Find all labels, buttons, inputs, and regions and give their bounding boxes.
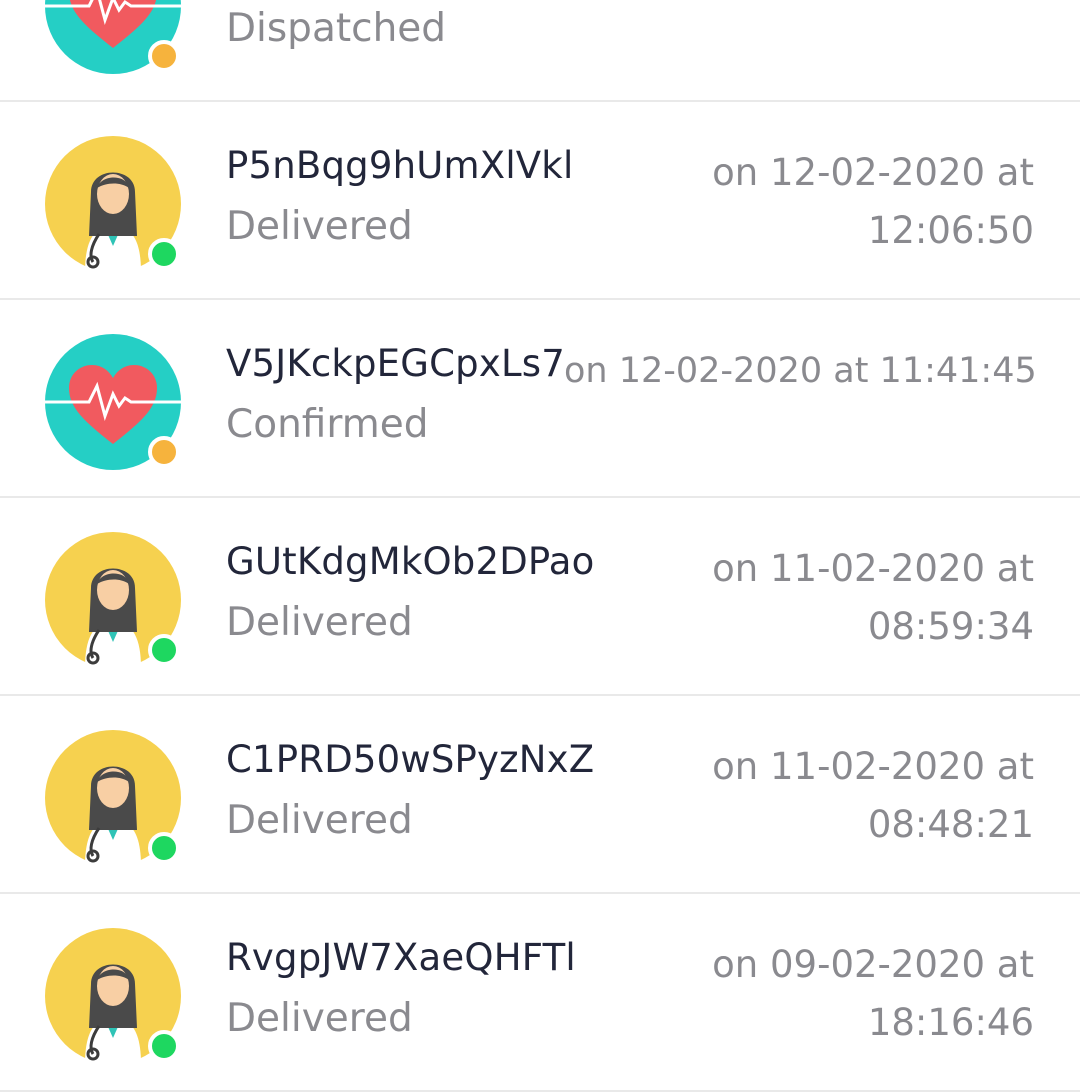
order-status: Delivered [226,600,413,645]
list-item[interactable]: P5nBqg9hUmXlVkl Delivered on 12-02-2020 … [0,102,1080,300]
status-dot-icon [148,436,180,468]
list-item[interactable]: GUtKdgMkOb2DPao Delivered on 11-02-2020 … [0,498,1080,696]
order-timestamp: on 12-02-2020 at 12:06:50 [712,151,1034,252]
order-id: RvgpJW7XaeQHFTl [226,936,576,979]
order-status: Dispatched [226,6,447,51]
order-timestamp: on 11-02-2020 at 08:48:21 [712,745,1034,846]
order-status: Confirmed [226,402,429,447]
status-dot-icon [148,40,180,72]
order-status: Delivered [226,798,413,843]
list-item[interactable]: Dispatched [0,0,1080,102]
order-id: C1PRD50wSPyzNxZ [226,738,595,781]
status-dot-icon [148,238,180,270]
order-id: P5nBqg9hUmXlVkl [226,144,574,187]
list-item[interactable]: V5JKckpEGCpxLs7 Confirmed on 12-02-2020 … [0,300,1080,498]
order-list: Dispatched P5nBqg9hUmXlVkl Delivered on … [0,0,1080,1092]
order-timestamp: on 12-02-2020 at 11:41:45 [564,351,1037,391]
order-id: V5JKckpEGCpxLs7 [226,342,565,385]
list-item[interactable]: C1PRD50wSPyzNxZ Delivered on 11-02-2020 … [0,696,1080,894]
list-item[interactable]: RvgpJW7XaeQHFTl Delivered on 09-02-2020 … [0,894,1080,1092]
status-dot-icon [148,634,180,666]
order-timestamp: on 11-02-2020 at 08:59:34 [712,547,1034,648]
order-timestamp: on 09-02-2020 at 18:16:46 [712,943,1034,1044]
order-id: GUtKdgMkOb2DPao [226,540,595,583]
status-dot-icon [148,832,180,864]
order-status: Delivered [226,204,413,249]
status-dot-icon [148,1030,180,1062]
order-status: Delivered [226,996,413,1041]
